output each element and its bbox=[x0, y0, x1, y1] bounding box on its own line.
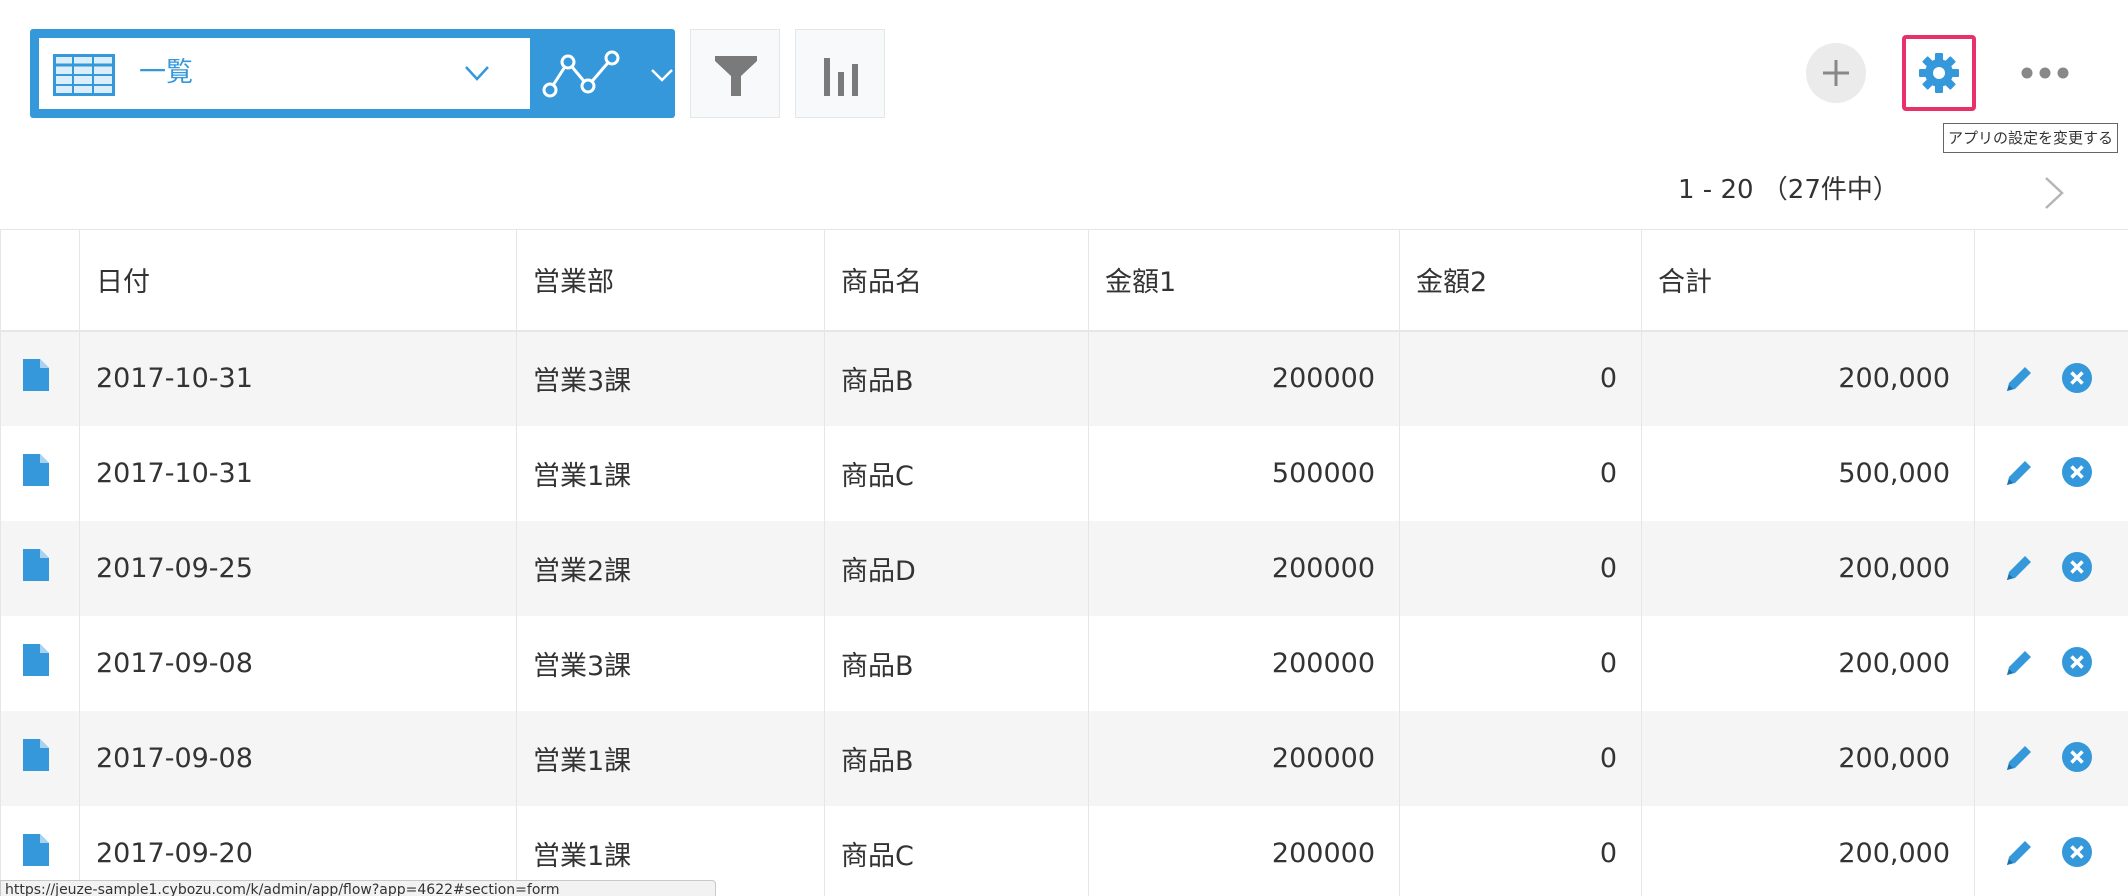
pencil-icon[interactable] bbox=[2003, 837, 2035, 869]
cell-product: 商品B bbox=[824, 710, 1089, 806]
cell-amount2: 0 bbox=[1399, 710, 1642, 806]
delete-icon[interactable] bbox=[2061, 646, 2093, 678]
detail-cell bbox=[0, 710, 80, 806]
actions-cell bbox=[1974, 710, 2128, 806]
record-detail-icon[interactable] bbox=[23, 359, 49, 398]
gear-icon bbox=[1919, 53, 1959, 93]
table-row[interactable]: 2017-10-31 営業1課 商品C 500000 0 500,000 bbox=[0, 425, 2128, 521]
settings-tooltip: アプリの設定を変更する bbox=[1943, 123, 2119, 153]
cell-dept: 営業1課 bbox=[516, 425, 825, 521]
actions-cell bbox=[1974, 805, 2128, 896]
detail-cell bbox=[0, 520, 80, 616]
status-bar-url: https://jeuze-sample1.cybozu.com/k/admin… bbox=[0, 880, 716, 896]
header-actions bbox=[1974, 229, 2128, 332]
header-detail bbox=[0, 229, 80, 332]
cell-product: 商品C bbox=[824, 805, 1089, 896]
column-header-total[interactable]: 合計 bbox=[1641, 229, 1975, 332]
line-graph-icon[interactable] bbox=[542, 48, 622, 100]
cell-total: 500,000 bbox=[1641, 425, 1975, 521]
cell-amount1: 200000 bbox=[1088, 615, 1400, 711]
cell-total: 200,000 bbox=[1641, 615, 1975, 711]
filter-funnel-icon bbox=[715, 56, 757, 96]
ellipsis-icon[interactable] bbox=[2020, 60, 2070, 86]
table-row[interactable]: 2017-09-08 営業1課 商品B 200000 0 200,000 bbox=[0, 710, 2128, 806]
table-row[interactable]: 2017-09-25 営業2課 商品D 200000 0 200,000 bbox=[0, 520, 2128, 616]
cell-date: 2017-10-31 bbox=[79, 330, 517, 426]
delete-icon[interactable] bbox=[2061, 551, 2093, 583]
column-header-dept[interactable]: 営業部 bbox=[516, 229, 825, 332]
pencil-icon[interactable] bbox=[2003, 647, 2035, 679]
records-table: 日付 営業部 商品名 金額1 金額2 合計 2017-10-31 営業3課 商品B 2… bbox=[0, 229, 2128, 896]
actions-cell bbox=[1974, 425, 2128, 521]
cell-date: 2017-09-08 bbox=[79, 615, 517, 711]
delete-icon[interactable] bbox=[2061, 836, 2093, 868]
cell-amount1: 200000 bbox=[1088, 520, 1400, 616]
cell-amount2: 0 bbox=[1399, 330, 1642, 426]
pencil-icon[interactable] bbox=[2003, 742, 2035, 774]
cell-total: 200,000 bbox=[1641, 330, 1975, 426]
bar-chart-icon bbox=[824, 58, 858, 96]
cell-dept: 営業3課 bbox=[516, 615, 825, 711]
table-header-row: 日付 営業部 商品名 金額1 金額2 合計 bbox=[0, 229, 2128, 332]
cell-dept: 営業1課 bbox=[516, 710, 825, 806]
cell-amount1: 500000 bbox=[1088, 425, 1400, 521]
cell-product: 商品D bbox=[824, 520, 1089, 616]
table-row[interactable]: 2017-10-31 営業3課 商品B 200000 0 200,000 bbox=[0, 330, 2128, 426]
cell-amount1: 200000 bbox=[1088, 710, 1400, 806]
record-detail-icon[interactable] bbox=[23, 643, 49, 683]
app-settings-button[interactable] bbox=[1902, 35, 1976, 111]
cell-total: 200,000 bbox=[1641, 710, 1975, 806]
detail-cell bbox=[0, 330, 80, 426]
add-record-button[interactable] bbox=[1806, 43, 1866, 103]
cell-total: 200,000 bbox=[1641, 520, 1975, 616]
pencil-icon[interactable] bbox=[2003, 552, 2035, 584]
delete-icon[interactable] bbox=[2061, 741, 2093, 773]
cell-amount1: 200000 bbox=[1088, 330, 1400, 426]
cell-date: 2017-09-25 bbox=[79, 520, 517, 616]
delete-icon[interactable] bbox=[2061, 362, 2093, 394]
cell-date: 2017-10-31 bbox=[79, 425, 517, 521]
record-detail-icon[interactable] bbox=[23, 548, 49, 588]
chevron-down-icon bbox=[465, 66, 489, 81]
cell-product: 商品B bbox=[824, 330, 1089, 426]
cell-amount1: 200000 bbox=[1088, 805, 1400, 896]
column-header-date[interactable]: 日付 bbox=[79, 229, 517, 332]
record-detail-icon[interactable] bbox=[23, 453, 49, 493]
cell-total: 200,000 bbox=[1641, 805, 1975, 896]
table-row[interactable]: 2017-09-08 営業3課 商品B 200000 0 200,000 bbox=[0, 615, 2128, 711]
cell-amount2: 0 bbox=[1399, 520, 1642, 616]
chevron-down-icon[interactable] bbox=[650, 67, 674, 83]
pencil-icon[interactable] bbox=[2003, 457, 2035, 489]
records-body: 2017-10-31 営業3課 商品B 200000 0 200,000 2017-10-3… bbox=[0, 330, 2128, 896]
cell-product: 商品B bbox=[824, 615, 1089, 711]
record-detail-icon[interactable] bbox=[23, 833, 49, 873]
graph-button[interactable] bbox=[795, 29, 885, 118]
plus-icon bbox=[1823, 60, 1849, 86]
cell-dept: 営業2課 bbox=[516, 520, 825, 616]
table-list-icon bbox=[53, 54, 115, 96]
chevron-right-icon[interactable] bbox=[2042, 175, 2066, 211]
cell-amount2: 0 bbox=[1399, 615, 1642, 711]
actions-cell bbox=[1974, 330, 2128, 426]
actions-cell bbox=[1974, 615, 2128, 711]
pagination-range: 1 - 20 （27件中） bbox=[1678, 175, 1899, 205]
filter-button[interactable] bbox=[690, 29, 780, 118]
cell-dept: 営業3課 bbox=[516, 330, 825, 426]
view-selector: 一覧 bbox=[30, 29, 675, 118]
record-detail-icon[interactable] bbox=[23, 738, 49, 778]
actions-cell bbox=[1974, 520, 2128, 616]
cell-amount2: 0 bbox=[1399, 425, 1642, 521]
delete-icon[interactable] bbox=[2061, 456, 2093, 488]
cell-date: 2017-09-08 bbox=[79, 710, 517, 806]
detail-cell bbox=[0, 615, 80, 711]
cell-amount2: 0 bbox=[1399, 805, 1642, 896]
detail-cell bbox=[0, 425, 80, 521]
cell-product: 商品C bbox=[824, 425, 1089, 521]
pencil-icon[interactable] bbox=[2003, 363, 2035, 395]
view-name: 一覧 bbox=[139, 57, 193, 88]
column-header-product[interactable]: 商品名 bbox=[824, 229, 1089, 332]
column-header-amount1[interactable]: 金額1 bbox=[1088, 229, 1400, 332]
column-header-amount2[interactable]: 金額2 bbox=[1399, 229, 1642, 332]
view-dropdown[interactable]: 一覧 bbox=[39, 38, 530, 109]
